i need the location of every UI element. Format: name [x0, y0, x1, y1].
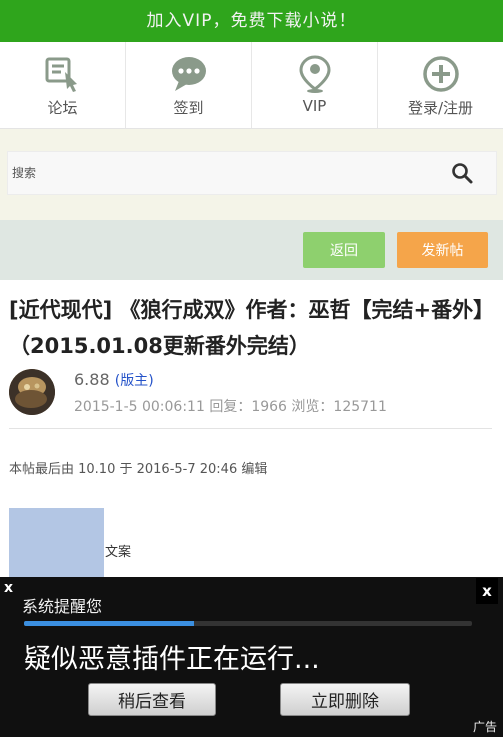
plus-circle-icon: [422, 56, 459, 92]
top-nav: 论坛 签到 VIP 登录/注册: [0, 42, 503, 129]
views-label: 浏览：: [291, 399, 334, 415]
author-line: 6.88 (版主): [74, 370, 154, 390]
nav-item-checkin[interactable]: 签到: [126, 42, 252, 128]
search-area: [0, 129, 503, 220]
nav-label-login: 登录/注册: [407, 99, 474, 117]
post-image[interactable]: [9, 508, 104, 578]
search-icon[interactable]: [450, 161, 474, 185]
malware-ad-popup: x x 系统提醒您 疑似恶意插件正在运行... 稍后查看 立即删除 广告: [0, 577, 503, 737]
nav-item-vip[interactable]: VIP: [252, 42, 378, 128]
close-icon-right[interactable]: x: [476, 578, 498, 604]
close-icon-left[interactable]: x: [4, 580, 13, 596]
thread-title: [近代现代] 《狼行成双》作者：巫哲【完结+番外】（2015.01.08更新番外…: [9, 298, 495, 358]
divider: [9, 428, 492, 429]
vip-banner[interactable]: 加入VIP，免费下载小说！: [0, 0, 503, 42]
delete-now-button[interactable]: 立即删除: [280, 683, 410, 716]
nav-label-checkin: 签到: [173, 99, 204, 117]
edit-note: 本帖最后由 10.10 于 2016-5-7 20:46 编辑: [9, 462, 268, 477]
action-bar: 返回 发新帖: [0, 220, 503, 280]
chat-bubble-icon: [171, 57, 206, 91]
image-caption: 文案: [105, 545, 132, 560]
avatar[interactable]: [9, 369, 55, 415]
popup-title: 系统提醒您: [22, 597, 103, 616]
replies-count: 1966: [251, 399, 287, 415]
views-count: 125711: [333, 399, 387, 415]
ad-label: 广告: [472, 720, 497, 734]
popup-progress-bar: [24, 621, 472, 626]
view-later-button[interactable]: 稍后查看: [88, 683, 216, 716]
popup-message: 疑似恶意插件正在运行...: [24, 644, 320, 675]
replies-label: 回复：: [209, 399, 252, 415]
post-meta: 2015-1-5 00:06:11 回复：1966 浏览：125711: [74, 396, 387, 416]
nav-item-login[interactable]: 登录/注册: [378, 42, 503, 128]
new-post-button[interactable]: 发新帖: [397, 232, 488, 268]
nav-item-forum[interactable]: 论坛: [0, 42, 126, 128]
search-input[interactable]: [12, 152, 432, 194]
nav-label-vip: VIP: [302, 97, 327, 115]
search-box: [7, 151, 497, 195]
avatar-image: [9, 369, 55, 415]
back-button[interactable]: 返回: [303, 232, 385, 268]
paren-close: ): [148, 373, 154, 389]
nav-label-forum: 论坛: [47, 99, 78, 117]
author-name[interactable]: 6.88: [74, 370, 110, 389]
post-time: 2015-1-5 00:06:11: [74, 399, 205, 415]
forum-icon: [45, 57, 77, 92]
popup-progress-fill: [24, 621, 195, 626]
location-pin-icon: [298, 55, 331, 93]
author-role[interactable]: 版主: [120, 373, 148, 389]
